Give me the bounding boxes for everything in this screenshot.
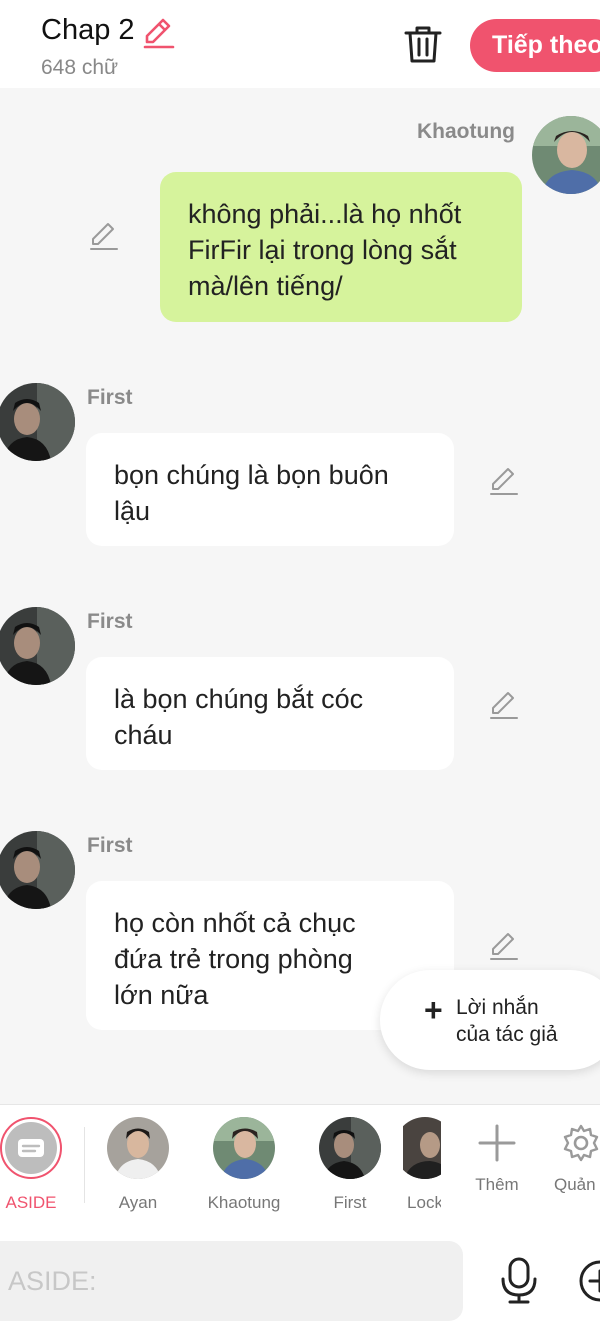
speaker-name: First (87, 610, 133, 633)
character-label: Thêm (475, 1175, 519, 1194)
aside-avatar (0, 1117, 62, 1179)
message-line: lậu (114, 496, 151, 526)
avatar (107, 1117, 169, 1179)
message-line: đứa trẻ trong phòng (114, 944, 353, 974)
author-note-label: Lời nhắn (456, 996, 539, 1019)
message-line: không phải...là họ nhốt (188, 199, 462, 229)
speaker-name: First (87, 386, 133, 409)
character-bar: ASIDE Ayan Khaotung First Lock Thêm Quản (0, 1104, 600, 1228)
author-note-label: của tác giả (456, 1023, 558, 1046)
avatar (403, 1117, 441, 1179)
message-line: lớn nữa (114, 980, 209, 1010)
trash-icon[interactable] (402, 24, 444, 66)
message-input[interactable]: ASIDE: (0, 1241, 463, 1321)
pencil-icon[interactable] (488, 689, 520, 721)
message-line: là bọn chúng bắt cóc (114, 684, 364, 714)
character-lock[interactable]: Lock (403, 1117, 441, 1213)
avatar (213, 1117, 275, 1179)
message-line: FirFir lại trong lòng sắt (188, 235, 457, 265)
character-label: First (333, 1193, 367, 1212)
avatar[interactable] (0, 831, 75, 909)
character-ayan[interactable]: Ayan (88, 1117, 188, 1213)
message-bubble[interactable]: không phải...là họ nhốt FirFir lại trong… (160, 172, 522, 322)
gear-icon (563, 1124, 599, 1162)
speaker-name: Khaotung (417, 120, 515, 143)
author-note-button[interactable]: + Lời nhắn của tác giả (380, 970, 600, 1070)
character-label: Lock (407, 1193, 441, 1212)
pencil-icon[interactable] (488, 930, 520, 962)
manage-characters-button[interactable]: Quản lý (540, 1123, 600, 1195)
top-bar: Chap 2 648 chữ Tiếp theo (0, 0, 600, 88)
chat-bubble-icon (5, 1122, 57, 1174)
character-label: Khaotung (207, 1193, 281, 1212)
message-bubble[interactable]: là bọn chúng bắt cóc cháu (86, 657, 454, 770)
message-line: bọn chúng là bọn buôn (114, 460, 389, 490)
input-bar: ASIDE: (0, 1227, 600, 1335)
character-first[interactable]: First (300, 1117, 400, 1213)
add-character-button[interactable]: Thêm (447, 1123, 547, 1195)
pencil-icon[interactable] (488, 465, 520, 497)
speaker-name: First (87, 834, 133, 857)
plus-icon: + (424, 992, 443, 1028)
message-line: họ còn nhốt cả chục (114, 908, 356, 938)
avatar[interactable] (0, 607, 75, 685)
message-line: cháu (114, 720, 173, 750)
pencil-icon[interactable] (88, 220, 120, 252)
message-line: mà/lên tiếng/ (188, 271, 343, 301)
character-label: Ayan (118, 1193, 158, 1212)
character-label: ASIDE (5, 1193, 57, 1212)
character-label: Quản lý (554, 1175, 600, 1194)
pencil-icon[interactable] (141, 16, 175, 50)
avatar (319, 1117, 381, 1179)
divider (84, 1127, 85, 1203)
avatar[interactable] (0, 383, 75, 461)
word-count: 648 chữ (41, 56, 119, 79)
message-bubble[interactable]: bọn chúng là bọn buôn lậu (86, 433, 454, 546)
character-khaotung[interactable]: Khaotung (194, 1117, 294, 1213)
chapter-title[interactable]: Chap 2 (41, 14, 135, 47)
microphone-icon[interactable] (498, 1257, 540, 1305)
manage-clip: Quản lý (540, 1105, 600, 1225)
add-circle-icon[interactable] (578, 1259, 600, 1303)
plus-icon (478, 1124, 516, 1162)
character-aside[interactable]: ASIDE (0, 1117, 81, 1213)
avatar[interactable] (532, 116, 600, 194)
character-clip: Lock (403, 1105, 441, 1225)
next-button[interactable]: Tiếp theo (470, 19, 600, 72)
